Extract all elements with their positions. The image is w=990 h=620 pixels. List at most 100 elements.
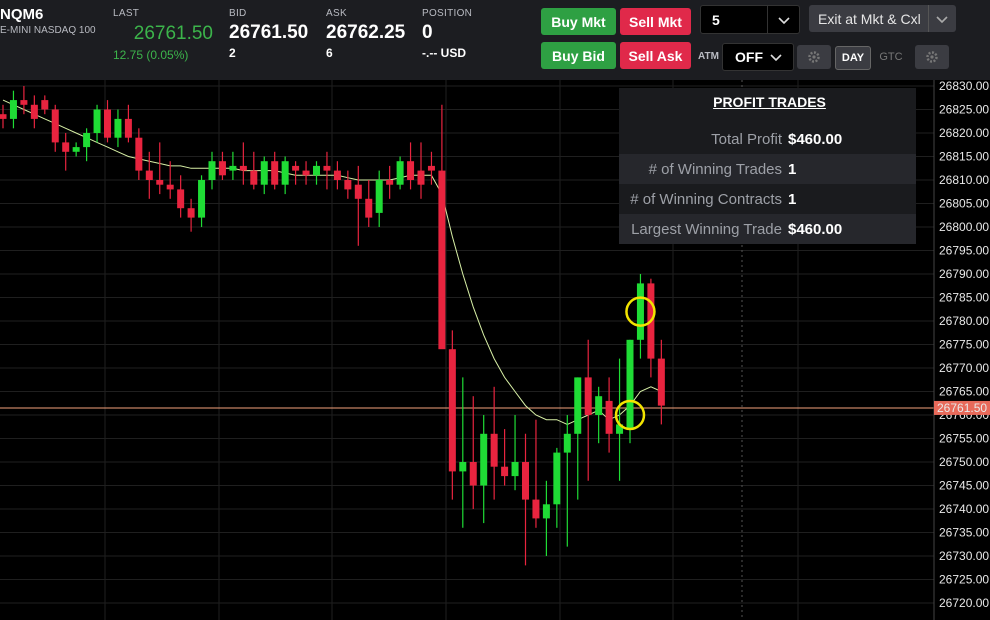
candle-body-down [145,170,153,180]
price-tick-label: 26740.00 [939,502,989,516]
atm-value: OFF [735,49,763,65]
candle-body-up [208,161,216,180]
candle-body-down [187,208,195,218]
candle-body-down [365,198,373,218]
buy-market-button[interactable]: Buy Mkt [541,8,616,35]
exit-divider [928,5,929,32]
instrument-description: E-MINI NASDAQ 100 [0,25,96,36]
candle-body-up [375,180,383,213]
price-tick-label: 26785.00 [939,291,989,305]
largest-win-row: Largest Winning Trade $460.00 [619,214,916,244]
chevron-down-icon[interactable] [936,11,948,27]
price-tick-label: 26725.00 [939,573,989,587]
winning-contracts-row: # of Winning Contracts 1 [619,184,916,214]
candle-body-up [595,396,603,415]
winning-trades-value: 1 [788,160,797,178]
candle-body-up [542,504,550,519]
price-tick-label: 26805.00 [939,197,989,211]
candle-body-down [532,499,540,519]
last-label: LAST [113,8,140,19]
candle-body-up [459,462,467,472]
candle-body-down [218,161,226,176]
bid-size: 2 [229,46,236,60]
candle-body-up [83,133,91,148]
candle-body-up [626,339,634,430]
largest-win-value: $460.00 [788,220,843,238]
price-tick-label: 26730.00 [939,549,989,563]
candle-body-down [605,400,613,434]
candle-body-down [41,100,49,110]
candle-body-up [553,452,561,505]
ask-size: 6 [326,46,333,60]
price-axis[interactable]: 26830.00 26825.00 26820.00 26815.00 26810.00… [934,80,990,610]
candle-body-up [9,100,17,119]
candle-body-down [20,100,28,105]
candle-body-up [260,161,268,185]
winning-contracts-label: # of Winning Contracts [630,190,782,208]
exit-market-cancel-button[interactable]: Exit at Mkt & Cxl [809,5,956,32]
winning-trades-row: # of Winning Trades 1 [619,154,916,184]
atm-label: ATM [698,51,719,62]
position-quote: POSITION 0 -.-- USD [422,8,472,60]
price-tick-label: 26770.00 [939,361,989,375]
tif-settings-gear-icon[interactable] [915,45,949,69]
candle-body-down [239,165,247,171]
last-change: 12.75 (0.05%) [113,48,189,62]
quantity-value: 5 [712,11,720,28]
price-tick-label: 26825.00 [939,103,989,117]
candle-body-down [135,137,143,171]
total-profit-row: Total Profit $460.00 [619,124,916,154]
candle-body-down [584,377,592,415]
quantity-select[interactable]: 5 [700,5,800,34]
atm-settings-gear-icon[interactable] [797,45,831,69]
candle-body-down [156,180,164,185]
largest-win-label: Largest Winning Trade [631,220,782,238]
candle-body-down [501,466,509,477]
profit-panel-title: PROFIT TRADES [713,94,826,110]
position-label: POSITION [422,8,473,19]
winning-trades-label: # of Winning Trades [648,160,782,178]
tif-gtc-toggle[interactable]: GTC [872,46,910,68]
ask-price: 26762.25 [326,22,406,43]
price-tick-label: 26810.00 [939,173,989,187]
current-price-label: 26761.50 [937,401,987,415]
price-tick-label: 26755.00 [939,432,989,446]
quantity-divider [767,6,768,33]
candle-body-up [574,377,582,434]
candle-body-down [0,114,7,119]
atm-select[interactable]: OFF [722,43,794,71]
bid-label: BID [229,8,247,19]
sell-market-button[interactable]: Sell Mkt [620,8,691,35]
instrument-block[interactable]: NQM6 E-MINI NASDAQ 100 [0,6,96,36]
candle-body-up [114,118,122,138]
chevron-down-icon[interactable] [778,12,790,28]
candle-body-down [427,165,435,171]
ask-quote: ASK 26762.25 6 [326,8,405,60]
buy-bid-button[interactable]: Buy Bid [541,42,616,69]
candle-body-down [417,170,425,185]
price-tick-label: 26750.00 [939,455,989,469]
position-pnl: -.-- USD [422,46,466,60]
sell-ask-button[interactable]: Sell Ask [620,42,691,69]
total-profit-label: Total Profit [711,130,782,148]
total-profit-value: $460.00 [788,130,843,148]
candle-body-up [511,462,519,477]
price-tick-label: 26735.00 [939,526,989,540]
candle-body-down [407,161,415,180]
ask-label: ASK [326,8,347,19]
tif-day-toggle[interactable]: DAY [835,46,871,70]
candle-body-down [302,170,310,176]
candle-body-down [177,189,185,209]
candle-body-down [522,462,529,500]
profit-trades-panel: PROFIT TRADES Total Profit $460.00 # of … [619,88,916,244]
position-value: 0 [422,22,433,43]
price-tick-label: 26765.00 [939,385,989,399]
chevron-down-icon[interactable] [770,49,782,65]
candle-body-down [344,180,352,190]
candle-body-down [292,165,300,171]
candle-body-down [354,184,362,199]
last-quote: LAST 26761.50 12.75 (0.05%) [113,8,213,62]
candle-body-down [250,170,258,185]
candle-body-down [386,180,394,185]
candle-body-down [51,109,59,143]
